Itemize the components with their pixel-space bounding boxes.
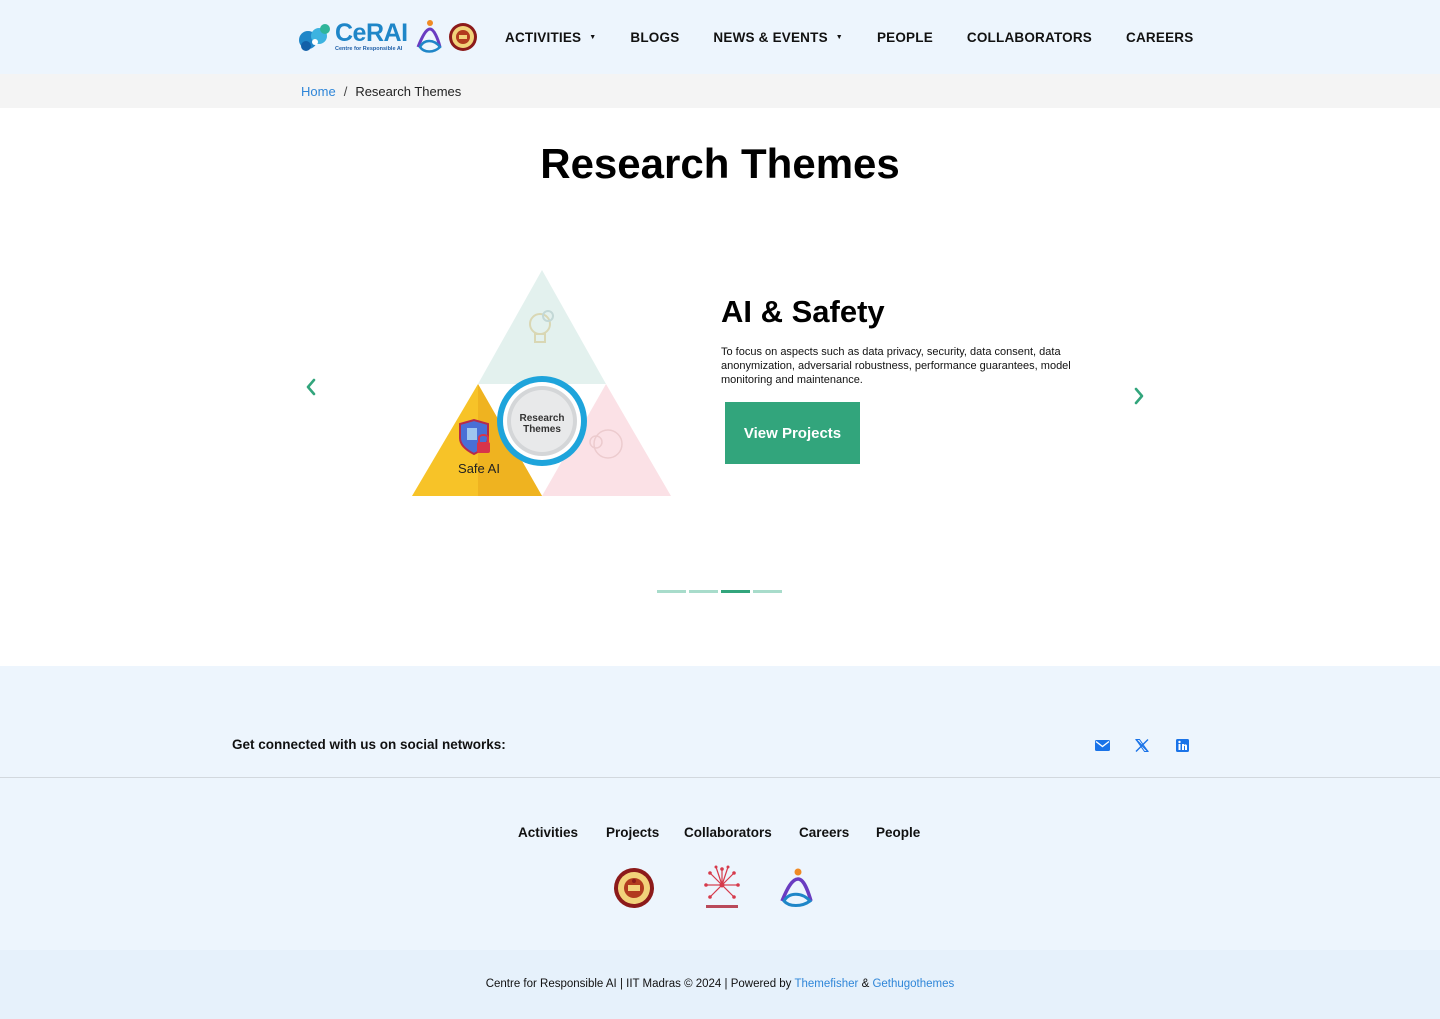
footer-links-band: Activities Projects Collaborators Career…: [0, 778, 1440, 950]
main-nav: ACTIVITIES ▼ BLOGS NEWS & EVENTS ▼ PEOPL…: [505, 0, 1193, 74]
view-projects-button[interactable]: View Projects: [725, 402, 860, 464]
wsai-logo-icon[interactable]: [414, 19, 444, 55]
cerai-logo[interactable]: CeRAI Centre for Responsible AI: [298, 21, 408, 53]
carousel-indicator[interactable]: [753, 590, 782, 593]
breadcrumb-home-link[interactable]: Home: [301, 84, 336, 99]
diagram-label: Safe AI: [458, 461, 500, 476]
nav-label: NEWS & EVENTS: [713, 29, 828, 45]
nav-careers[interactable]: CAREERS: [1126, 30, 1193, 45]
chevron-left-icon: [306, 378, 316, 396]
gethugothemes-link[interactable]: Gethugothemes: [872, 978, 954, 990]
carousel-indicator-active[interactable]: [721, 590, 750, 593]
footer-link-activities[interactable]: Activities: [518, 825, 578, 840]
diagram-center-line1: Research: [519, 413, 564, 424]
nav-label: CAREERS: [1126, 29, 1194, 45]
copyright-band: Centre for Responsible AI | IIT Madras ©…: [0, 950, 1440, 1019]
social-text: Get connected with us on social networks…: [232, 737, 506, 752]
nav-label: ACTIVITIES: [505, 29, 582, 45]
wsai-logo-icon[interactable]: [777, 867, 815, 909]
footer-logos: [0, 865, 1440, 911]
x-twitter-icon[interactable]: [1134, 738, 1150, 752]
copyright-amp: &: [861, 978, 870, 990]
footer-link-careers[interactable]: Careers: [799, 825, 849, 840]
iitm-seal-icon[interactable]: [613, 867, 655, 909]
copyright: Centre for Responsible AI | IIT Madras ©…: [0, 978, 1440, 990]
cerai-mark-icon: [299, 24, 330, 51]
cerai-subtitle: Centre for Responsible AI: [335, 46, 403, 53]
social-band: Get connected with us on social networks…: [0, 666, 1440, 778]
slide-title: AI & Safety: [721, 294, 885, 329]
caret-down-icon: ▼: [589, 33, 597, 41]
footer-link-collaborators[interactable]: Collaborators: [684, 825, 772, 840]
linkedin-icon[interactable]: [1174, 738, 1190, 752]
research-themes-diagram: Research Themes Safe AI: [412, 270, 671, 496]
carousel-indicator[interactable]: [689, 590, 718, 593]
nav-label: BLOGS: [630, 29, 680, 45]
copyright-text: Centre for Responsible AI | IIT Madras ©…: [485, 978, 792, 990]
rbcdsai-logo-icon[interactable]: [702, 865, 742, 911]
site-header: CeRAI Centre for Responsible AI ACTIVITI…: [0, 0, 1440, 74]
breadcrumb-current: Research Themes: [355, 83, 462, 99]
nav-people[interactable]: PEOPLE: [877, 30, 933, 45]
footer-link-projects[interactable]: Projects: [606, 825, 659, 840]
nav-news-events[interactable]: NEWS & EVENTS ▼: [713, 30, 843, 45]
nav-blogs[interactable]: BLOGS: [630, 30, 679, 45]
shield-lock-icon: [459, 418, 490, 456]
nav-label: PEOPLE: [876, 29, 933, 45]
nav-activities[interactable]: ACTIVITIES ▼: [505, 30, 596, 45]
carousel-indicator[interactable]: [657, 590, 686, 593]
nav-collaborators[interactable]: COLLABORATORS: [967, 30, 1092, 45]
page-title: Research Themes: [540, 140, 900, 187]
footer-link-people[interactable]: People: [876, 825, 920, 840]
carousel-next-button[interactable]: [1128, 383, 1150, 409]
diagram-top-triangle: [478, 270, 606, 384]
mail-icon[interactable]: [1094, 738, 1110, 752]
logo-group[interactable]: CeRAI Centre for Responsible AI: [298, 18, 478, 56]
caret-down-icon: ▼: [835, 33, 843, 41]
breadcrumb: Home / Research Themes: [301, 74, 461, 108]
breadcrumb-bar: Home / Research Themes: [0, 74, 1440, 108]
carousel-prev-button[interactable]: [300, 374, 322, 400]
slide-description: To focus on aspects such as data privacy…: [721, 346, 1071, 386]
social-icons: [1094, 738, 1214, 752]
carousel-indicators: [657, 590, 785, 593]
chevron-right-icon: [1134, 387, 1144, 405]
diagram-center-line2: Themes: [523, 424, 561, 435]
nav-label: COLLABORATORS: [966, 29, 1093, 45]
iitm-seal-icon[interactable]: [448, 22, 478, 52]
cerai-wordmark: CeRAI: [335, 19, 408, 48]
breadcrumb-separator: /: [343, 83, 348, 99]
themefisher-link[interactable]: Themefisher: [794, 978, 858, 990]
